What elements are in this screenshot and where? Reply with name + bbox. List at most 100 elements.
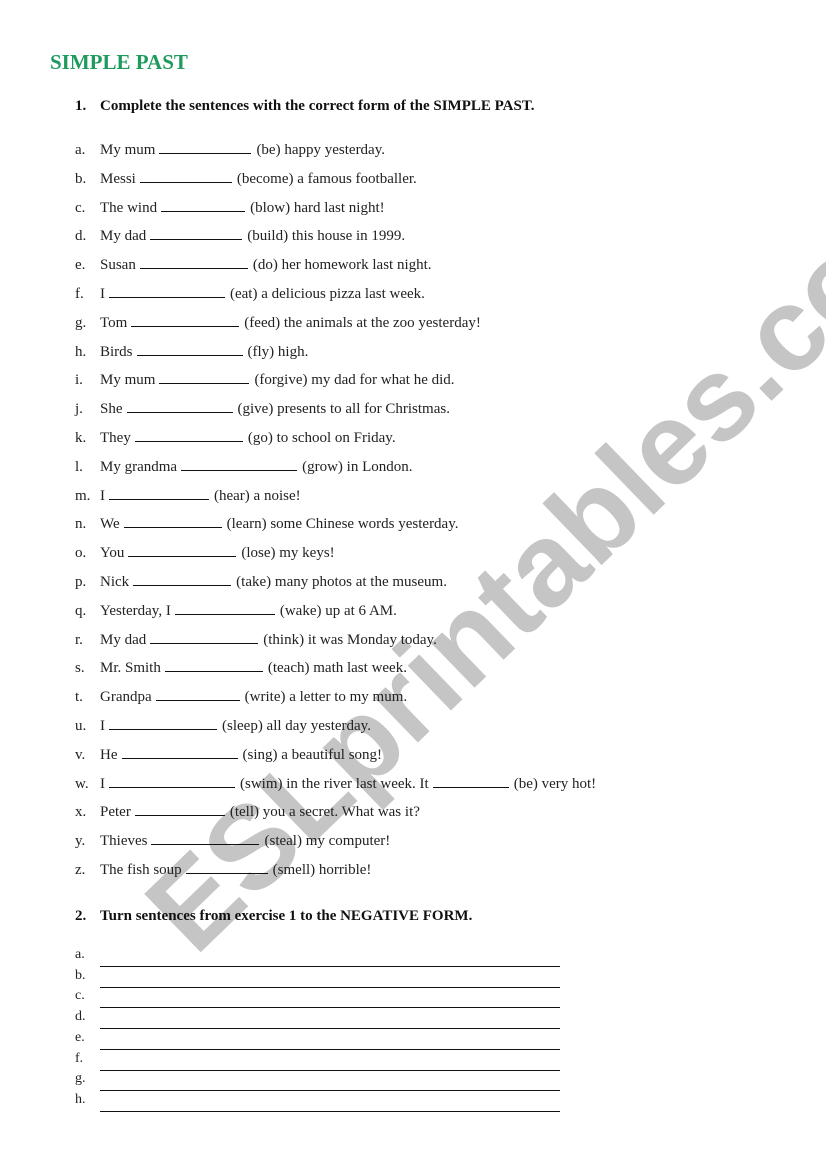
item-subject: The wind [100,199,158,216]
item-subject: Grandpa [100,689,152,706]
item-letter: g. [75,314,87,331]
negative-answer-row: b. [75,968,560,988]
worksheet-page: ESLprintables.com SIMPLE PAST 1. Complete… [0,0,826,1169]
item-rest: (sing) a beautiful song! [242,746,383,763]
item-subject: Birds [100,343,133,360]
item-rest: (swim) in the river last week. It [240,775,429,792]
answer-blank[interactable] [133,570,232,586]
answer-blank[interactable] [174,599,275,615]
item-letter: g. [75,1071,86,1087]
item-letter: d. [75,1009,86,1025]
item-subject: Yesterday, I [100,602,171,619]
answer-blank[interactable] [128,541,237,558]
answer-blank[interactable] [136,340,243,356]
item-letter: m. [75,487,91,504]
item-letter: t. [75,689,83,706]
item-letter: e. [75,257,86,274]
item-letter: b. [75,967,86,983]
item-letter: h. [75,343,87,360]
item-letter: k. [75,430,87,446]
answer-blank[interactable] [126,397,233,414]
answer-blank[interactable] [181,455,298,471]
answer-blank[interactable] [155,685,240,702]
exercise2-heading: 2. Turn sentences from exercise 1 to the … [75,908,472,925]
page-title: SIMPLE PAST [50,50,188,74]
answer-blank[interactable] [139,167,232,183]
answer-blank[interactable] [159,138,252,154]
answer-blank[interactable] [150,628,259,644]
answer-blank[interactable] [109,772,235,788]
item-rest: (be) happy yesterday. [256,142,385,158]
item-rest: (do) her homework last night. [252,257,432,274]
answer-blank[interactable] [151,829,260,846]
answer-blank[interactable] [121,743,238,759]
exercise1-item: c. The wind (blow) hard last night! [75,196,385,218]
negative-answer-row: d. [75,1009,560,1030]
negative-answer-row: f. [75,1051,560,1071]
exercise2-number: 2. [75,908,87,924]
exercise1-item: v. He (sing) a beautiful song! [75,743,382,765]
exercise1-item: w. I (swim) in the river last week. It (be)… [75,772,596,794]
exercise1-item: k. They (go) to school on Friday. [75,426,396,448]
item-subject: Mr. Smith [100,660,161,677]
item-letter: w. [75,775,89,792]
exercise1-item: b. Messi (become) a famous footballer. [75,167,417,189]
answer-blank[interactable] [109,714,217,730]
exercise1-item: d. My dad (build) this house in 1999. [75,224,405,246]
item-letter: z. [75,862,86,878]
answer-blank[interactable] [109,282,225,298]
exercise1-item: j. She (give) presents to all for Christma… [75,397,450,419]
item-rest: (eat) a delicious pizza last week. [230,286,425,302]
exercise1-heading: 1. Complete the sentences with the correc… [75,98,535,115]
item-subject: You [100,545,125,562]
answer-blank[interactable] [123,512,222,529]
item-subject: He [100,746,118,763]
answer-blank[interactable] [131,311,240,327]
item-subject: Messi [100,170,136,187]
item-letter: b. [75,170,87,187]
item-subject: I [100,718,105,734]
answer-blank[interactable] [159,368,250,385]
item-subject: We [100,516,120,533]
exercise1-item: n. We (learn) some Chinese words yesterday… [75,512,459,534]
negative-answer-row: c. [75,988,560,1009]
item-subject: They [100,430,131,446]
exercise1-item: x. Peter (tell) you a secret. What was it? [75,800,420,822]
item-rest: (grow) in London. [302,458,413,475]
negative-answer-row: g. [75,1071,560,1092]
answer-blank[interactable] [134,800,225,817]
item-subject: My dad [100,228,147,245]
exercise1-item: l. My grandma (grow) in London. [75,455,412,477]
item-letter: d. [75,228,87,245]
item-rest: (teach) math last week. [267,660,407,677]
item-letter: y. [75,833,86,850]
item-rest: (blow) hard last night! [250,199,385,216]
item-letter: r. [75,631,83,648]
answer-blank[interactable] [164,656,263,673]
exercise1-item: r. My dad (think) it was Monday today. [75,628,437,650]
answer-line[interactable] [100,1110,560,1112]
exercise1-item: t. Grandpa (write) a letter to my mum. [75,685,407,707]
item-rest: (hear) a noise! [214,487,301,504]
exercise1-item: y. Thieves (steal) my computer! [75,829,390,851]
item-rest: (smell) horrible! [272,862,372,878]
item-rest: (become) a famous footballer. [236,170,417,187]
answer-blank[interactable] [150,224,243,241]
negative-answer-row: a. [75,947,560,967]
exercise1-item: u. I (sleep) all day yesterday. [75,714,371,736]
item-rest: (forgive) my dad for what he did. [254,372,455,389]
answer-blank[interactable] [432,772,509,788]
answer-blank[interactable] [139,253,248,270]
item-subject: My dad [100,631,147,648]
item-subject: Nick [100,574,130,590]
item-letter: f. [75,1050,84,1066]
exercise1-number: 1. [75,98,87,114]
item-letter: n. [75,516,87,533]
item-letter: h. [75,1091,86,1107]
answer-blank[interactable] [185,858,268,874]
answer-blank[interactable] [134,426,243,442]
answer-blank[interactable] [161,196,246,212]
answer-blank[interactable] [109,484,209,500]
item-rest: (steal) my computer! [264,833,391,850]
exercise1-item: p. Nick (take) many photos at the museum. [75,570,447,592]
